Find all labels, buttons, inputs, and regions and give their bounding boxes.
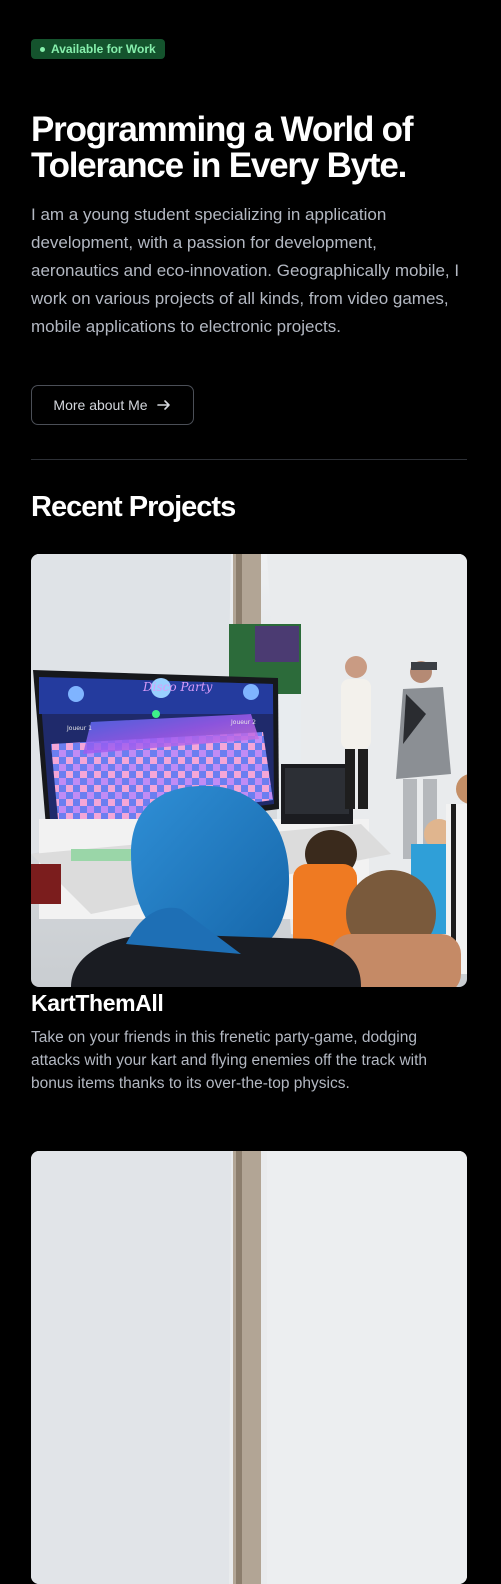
more-about-me-label: More about Me: [53, 397, 148, 413]
svg-text:Joueur 1: Joueur 1: [66, 725, 92, 732]
svg-text:Joueur 2: Joueur 2: [230, 719, 256, 726]
project-card[interactable]: [31, 1151, 467, 1584]
project-image[interactable]: [31, 1151, 467, 1584]
project-title[interactable]: KartThemAll: [31, 988, 164, 1018]
section-divider: [31, 459, 467, 460]
project-card[interactable]: Disco Party Joueur 1 Joueur 2 KartThemAl…: [31, 554, 467, 1092]
availability-badge: Available for Work: [31, 39, 165, 59]
project-description: Take on your friends in this frenetic pa…: [31, 1029, 428, 1092]
hero-description: I am a young student specializing in app…: [31, 205, 460, 336]
recent-projects-title: Recent Projects: [31, 491, 236, 523]
availability-badge-label: Available for Work: [51, 42, 156, 56]
status-dot-icon: [40, 46, 45, 52]
svg-text:Disco Party: Disco Party: [142, 680, 213, 694]
arrow-right-icon: [156, 400, 170, 410]
more-about-me-button[interactable]: More about Me: [31, 385, 194, 425]
project-image[interactable]: Disco Party Joueur 1 Joueur 2: [31, 554, 467, 987]
hero-title: Programming a World of Tolerance in Ever…: [31, 110, 414, 185]
